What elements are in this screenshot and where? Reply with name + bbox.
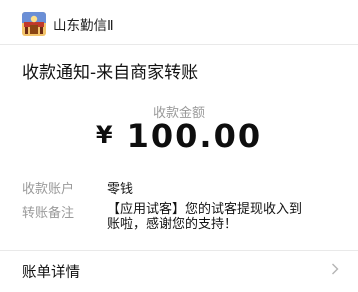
chevron-right-icon	[332, 263, 339, 275]
remark-line-2: 账啦，感谢您的支持！	[107, 217, 238, 232]
account-value: 零钱	[107, 182, 134, 197]
notification-title: 收款通知-来自商家转账	[22, 63, 199, 83]
remark-label: 转账备注	[22, 206, 75, 221]
sender-header[interactable]: 山东勤信Ⅱ	[22, 12, 114, 36]
footer-divider	[0, 250, 358, 251]
transfer-notification-card: 山东勤信Ⅱ 收款通知-来自商家转账 收款金额 ¥100.00 收款账户 零钱 转…	[0, 0, 358, 292]
amount-display: ¥100.00	[0, 117, 358, 155]
currency-symbol: ¥	[95, 121, 113, 149]
sender-name: 山东勤信Ⅱ	[53, 18, 114, 34]
remark-text: 【应用试客】您的试客提现收入到 账啦，感谢您的支持！	[107, 202, 347, 232]
header-divider	[0, 44, 358, 45]
game-app-logo-icon	[22, 12, 46, 36]
bill-detail-link[interactable]: 账单详情	[0, 252, 358, 286]
remark-line-1: 【应用试客】您的试客提现收入到	[107, 202, 303, 217]
account-label: 收款账户	[22, 182, 75, 197]
amount-value: 100.00	[126, 117, 263, 155]
bill-detail-label: 账单详情	[22, 265, 80, 281]
